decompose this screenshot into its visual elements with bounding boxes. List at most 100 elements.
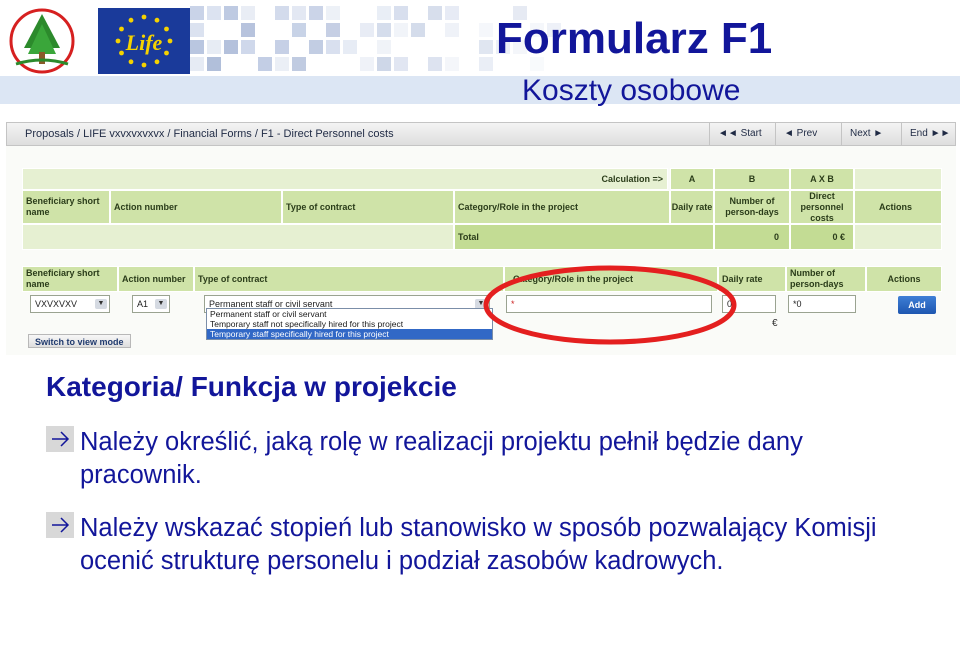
switch-to-view-mode-button[interactable]: Switch to view mode	[28, 334, 131, 348]
decorative-tile	[207, 6, 221, 20]
decorative-tile	[394, 57, 408, 71]
red-highlight-ellipse	[480, 260, 740, 346]
header-category-role: Category/Role in the project	[454, 190, 670, 224]
summary-table: Calculation => A B A X B Beneficiary sho…	[22, 168, 942, 258]
decorative-tile	[190, 23, 204, 37]
eu-star	[129, 59, 134, 64]
action-number-value: A1	[137, 299, 148, 309]
total-person-days: 0	[714, 224, 790, 250]
decorative-tile	[377, 57, 391, 71]
eu-star	[164, 51, 169, 56]
slide-header: Life Formularz F1 Koszty osobowe	[0, 0, 960, 110]
eu-star	[155, 59, 160, 64]
decorative-tile	[445, 57, 459, 71]
header-daily-rate: Daily rate	[670, 190, 714, 224]
eu-star	[142, 63, 147, 68]
action-number-select[interactable]: A1 ▼	[132, 295, 170, 313]
decorative-tile	[275, 6, 289, 20]
decorative-tile	[326, 40, 340, 54]
decorative-tile	[428, 57, 442, 71]
embedded-form-screenshot: Proposals / LIFE vxvxvxvxvx / Financial …	[0, 110, 960, 355]
header-actions: Actions	[854, 190, 942, 224]
entry-header-action: Action number	[118, 266, 194, 292]
header-action-number: Action number	[110, 190, 282, 224]
decorative-tile	[326, 23, 340, 37]
eu-star	[119, 27, 124, 32]
breadcrumb[interactable]: Proposals / LIFE vxvxvxvxvx / Financial …	[25, 128, 394, 140]
decorative-tile	[360, 57, 374, 71]
eu-star	[142, 15, 147, 20]
decorative-tile	[292, 23, 306, 37]
eu-star	[168, 39, 173, 44]
decorative-tile	[309, 6, 323, 20]
contract-type-dropdown: Permanent staff or civil servant Tempora…	[206, 308, 493, 340]
decorative-tile	[326, 6, 340, 20]
decorative-tile	[258, 57, 272, 71]
decorative-tile	[207, 57, 221, 71]
prev-button[interactable]: ◄ Prev	[775, 123, 817, 145]
contract-option[interactable]: Temporary staff not specifically hired f…	[207, 319, 492, 329]
col-letter-axb: A X B	[790, 168, 854, 190]
entry-header-contract: Type of contract	[194, 266, 504, 292]
bullet-text: Należy wskazać stopień lub stanowisko w …	[80, 512, 880, 578]
decorative-tile	[207, 40, 221, 54]
decorative-tile	[428, 6, 442, 20]
decorative-tile	[445, 23, 459, 37]
decorative-tile	[394, 6, 408, 20]
total-costs: 0 €	[790, 224, 854, 250]
decorative-tile	[292, 57, 306, 71]
start-button[interactable]: ◄◄ Start	[709, 123, 762, 145]
currency-label: €	[772, 318, 778, 329]
eu-star	[119, 51, 124, 56]
header-person-days: Number of person-days	[714, 190, 790, 224]
decorative-tile	[309, 40, 323, 54]
decorative-tile	[479, 23, 493, 37]
decorative-tile	[190, 40, 204, 54]
contract-option[interactable]: Permanent staff or civil servant	[207, 309, 492, 319]
chevron-down-icon: ▼	[95, 299, 107, 309]
end-button[interactable]: End ►►	[901, 123, 950, 145]
decorative-tile	[343, 40, 357, 54]
decorative-tile	[224, 40, 238, 54]
eu-star	[116, 39, 121, 44]
total-row-end	[854, 224, 942, 250]
decorative-tile	[360, 23, 374, 37]
entry-header-beneficiary: Beneficiary short name	[22, 266, 118, 292]
entry-header-actions: Actions	[866, 266, 942, 292]
decorative-tile	[241, 40, 255, 54]
beneficiary-select[interactable]: VXVXVXV ▼	[30, 295, 110, 313]
decorative-tile	[377, 23, 391, 37]
decorative-tile	[292, 6, 306, 20]
decorative-tile	[377, 6, 391, 20]
header-direct-costs: Direct personnel costs	[790, 190, 854, 224]
eu-star	[164, 27, 169, 32]
next-button[interactable]: Next ►	[841, 123, 883, 145]
decorative-tile	[275, 57, 289, 71]
tree-logo	[4, 8, 80, 74]
slide-subtitle: Koszty osobowe	[522, 74, 740, 108]
calculation-label: Calculation =>	[22, 168, 668, 190]
contract-option-highlighted[interactable]: Temporary staff specifically hired for t…	[207, 329, 492, 339]
header-beneficiary: Beneficiary short name	[22, 190, 110, 224]
person-days-input[interactable]: *0	[788, 295, 856, 313]
decorative-tile	[479, 40, 493, 54]
col-letter-a: A	[670, 168, 714, 190]
total-label: Total	[454, 224, 714, 250]
header-spacer	[854, 168, 942, 190]
decorative-tile	[241, 6, 255, 20]
slide-title: Formularz F1	[496, 14, 772, 64]
beneficiary-value: VXVXVXV	[35, 299, 77, 309]
decorative-tile	[241, 23, 255, 37]
entry-header-person-days: Number of person-days	[786, 266, 866, 292]
section-heading: Kategoria/ Funkcja w projekcie	[46, 371, 457, 403]
header-type-of-contract: Type of contract	[282, 190, 454, 224]
decorative-tile	[275, 40, 289, 54]
decorative-tile	[479, 57, 493, 71]
add-button[interactable]: Add	[898, 296, 936, 314]
arrow-bullet-icon	[46, 512, 74, 538]
decorative-tile	[377, 40, 391, 54]
life-logo-text: Life	[125, 30, 163, 55]
chevron-down-icon: ▼	[155, 299, 167, 309]
col-letter-b: B	[714, 168, 790, 190]
total-row-spacer	[22, 224, 454, 250]
